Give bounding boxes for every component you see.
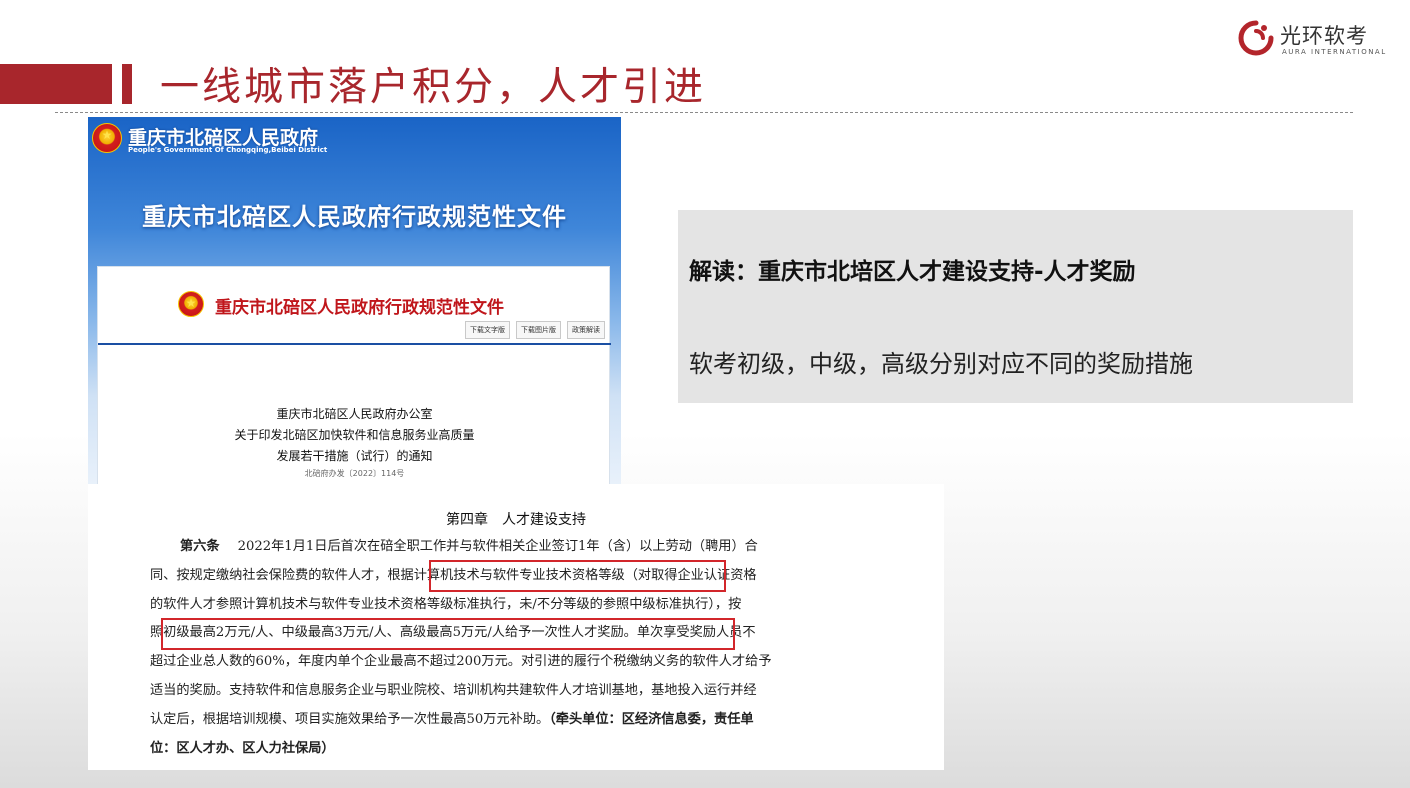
policy-article-screenshot: 第四章 人才建设支持 第六条 2022年1月1日后首次在碚全职工作并与软件相关企业… <box>88 484 944 770</box>
title-accent-marker <box>122 64 132 104</box>
document-number: 北碚府办发〔2022〕114号 <box>304 469 405 478</box>
notice-heading: 重庆市北碚区人民政府办公室 关于印发北碚区加快软件和信息服务业高质量 发展若干措… <box>98 404 611 481</box>
article-line: 第六条 2022年1月1日后首次在碚全职工作并与软件相关企业签订1年（含）以上劳动… <box>150 533 946 562</box>
gov-site-name-en: People's Government Of Chongqing,Beibei … <box>128 146 328 154</box>
article-line: 位：区人才办、区人力社保局） <box>150 740 335 756</box>
article-label: 第六条 <box>180 539 220 554</box>
responsible-units: （牵头单位：区经济信息委，责任单 <box>549 711 754 727</box>
banner-title: 重庆市北碚区人民政府行政规范性文件 <box>142 203 567 231</box>
chapter-heading: 第四章 人才建设支持 <box>446 512 586 528</box>
download-text-button[interactable]: 下载文字版 <box>465 321 510 339</box>
aura-swirl-icon <box>1238 20 1274 56</box>
gov-site-header: 重庆市北碚区人民政府 People's Government Of Chongq… <box>88 117 621 161</box>
slide-title: 一线城市落户积分，人才引进 <box>160 65 707 110</box>
interpretation-title: 解读：重庆市北培区人才建设支持-人才奖励 <box>689 259 1136 285</box>
policy-interpretation-button[interactable]: 政策解读 <box>567 321 605 339</box>
document-page-header: 重庆市北碚区人民政府行政规范性文件 下载文字版 下载图片版 政策解读 <box>98 267 611 345</box>
title-accent-bar <box>0 64 112 104</box>
article-line: 的软件人才参照计算机技术与软件专业技术资格等级标准执行，未/不分等级的参照中级标… <box>150 596 742 612</box>
highlight-box-reward <box>161 618 735 650</box>
article-line-text: 认定后，根据培训规模、项目实施效果给予一次性最高50万元补助。 <box>150 711 550 727</box>
document-page-title: 重庆市北碚区人民政府行政规范性文件 <box>215 298 504 318</box>
company-logo: 光环软考 AURA INTERNATIONAL <box>1238 18 1385 62</box>
article-line: 超过企业总人数的60%，年度内单个企业最高不超过200万元。对引进的履行个税缴纳… <box>150 654 772 670</box>
national-emblem-icon <box>178 291 204 317</box>
document-actions: 下载文字版 下载图片版 政策解读 <box>465 321 605 339</box>
gov-document-screenshot: 重庆市北碚区人民政府 People's Government Of Chongq… <box>88 117 621 489</box>
document-page: 重庆市北碚区人民政府行政规范性文件 下载文字版 下载图片版 政策解读 重庆市北碚… <box>97 266 611 489</box>
logo-name-cn: 光环软考 <box>1280 24 1368 48</box>
article-line: 适当的奖励。支持软件和信息服务企业与职业院校、培训机构共建软件人才培训基地，基地… <box>150 682 757 698</box>
notice-line: 发展若干措施（试行）的通知 <box>276 449 433 463</box>
national-emblem-icon <box>92 123 122 153</box>
title-divider <box>55 112 1353 113</box>
interpretation-body: 软考初级，中级，高级分别对应不同的奖励措施 <box>689 350 1193 378</box>
notice-line: 关于印发北碚区加快软件和信息服务业高质量 <box>234 428 475 442</box>
notice-line: 重庆市北碚区人民政府办公室 <box>276 407 433 421</box>
article-line: 认定后，根据培训规模、项目实施效果给予一次性最高50万元补助。（牵头单位：区经济… <box>150 706 946 735</box>
highlight-box-qualification <box>429 560 726 592</box>
article-line-text: 2022年1月1日后首次在碚全职工作并与软件相关企业签订1年（含）以上劳动（聘用… <box>237 539 758 554</box>
interpretation-panel: 解读：重庆市北培区人才建设支持-人才奖励 软考初级，中级，高级分别对应不同的奖励… <box>678 210 1353 403</box>
download-image-button[interactable]: 下载图片版 <box>516 321 561 339</box>
logo-name-en: AURA INTERNATIONAL <box>1282 48 1387 56</box>
